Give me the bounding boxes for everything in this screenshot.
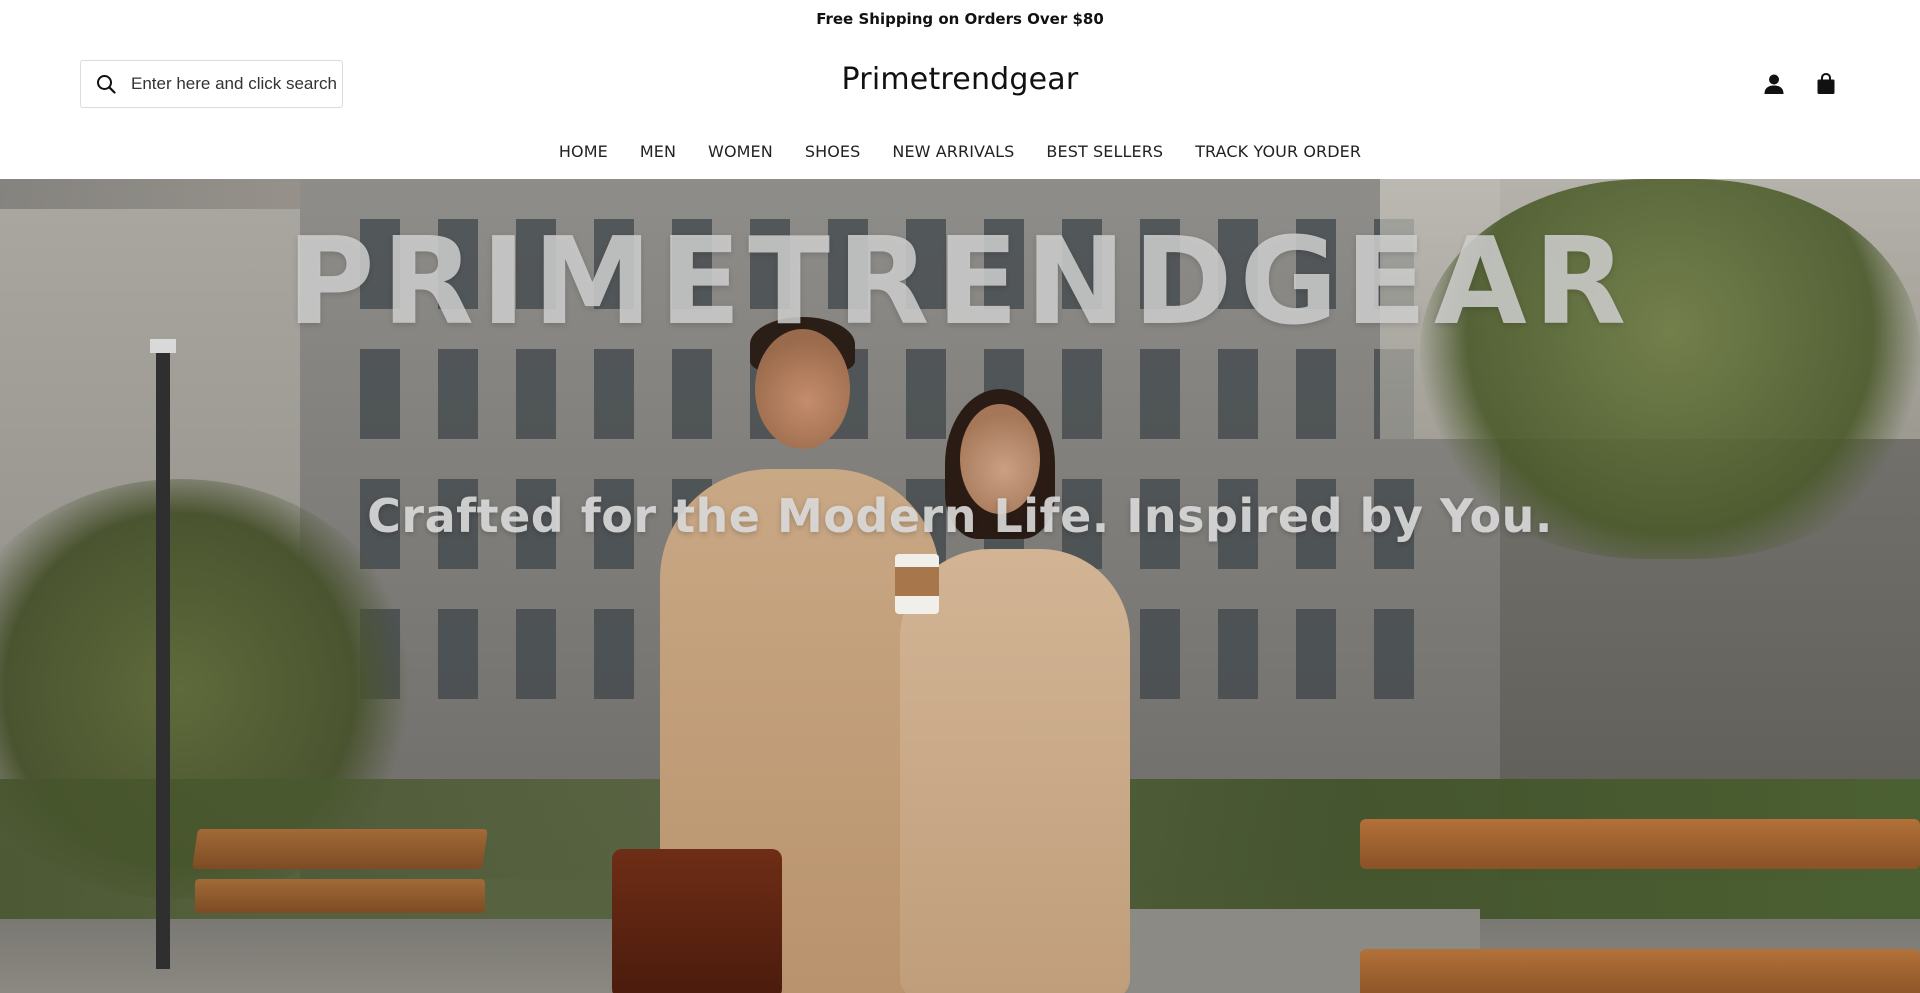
search-box[interactable] [80,60,343,108]
search-icon[interactable] [81,61,131,107]
main-nav: HOME MEN WOMEN SHOES NEW ARRIVALS BEST S… [0,134,1920,168]
nav-item-best-sellers[interactable]: BEST SELLERS [1046,142,1163,161]
hero-title: PRIMETRENDGEAR [286,213,1634,352]
header-icons [1760,70,1840,98]
nav-item-track-order[interactable]: TRACK YOUR ORDER [1195,142,1361,161]
account-icon[interactable] [1760,70,1788,98]
logo-text[interactable]: Primetrendgear [842,62,1079,97]
nav-item-men[interactable]: MEN [640,142,676,161]
site-header: Primetrendgear HOME MEN WOMEN SHOES NEW … [0,38,1920,168]
announcement-bar: Free Shipping on Orders Over $80 [0,0,1920,38]
announcement-text: Free Shipping on Orders Over $80 [816,10,1104,28]
nav-item-women[interactable]: WOMEN [708,142,773,161]
nav-item-shoes[interactable]: SHOES [805,142,861,161]
cart-icon[interactable] [1812,70,1840,98]
hero-banner[interactable]: PRIMETRENDGEAR Crafted for the Modern Li… [0,179,1920,993]
search-input[interactable] [131,62,336,106]
nav-item-new-arrivals[interactable]: NEW ARRIVALS [892,142,1014,161]
nav-item-home[interactable]: HOME [559,142,608,161]
hero-tagline: Crafted for the Modern Life. Inspired by… [367,489,1553,543]
